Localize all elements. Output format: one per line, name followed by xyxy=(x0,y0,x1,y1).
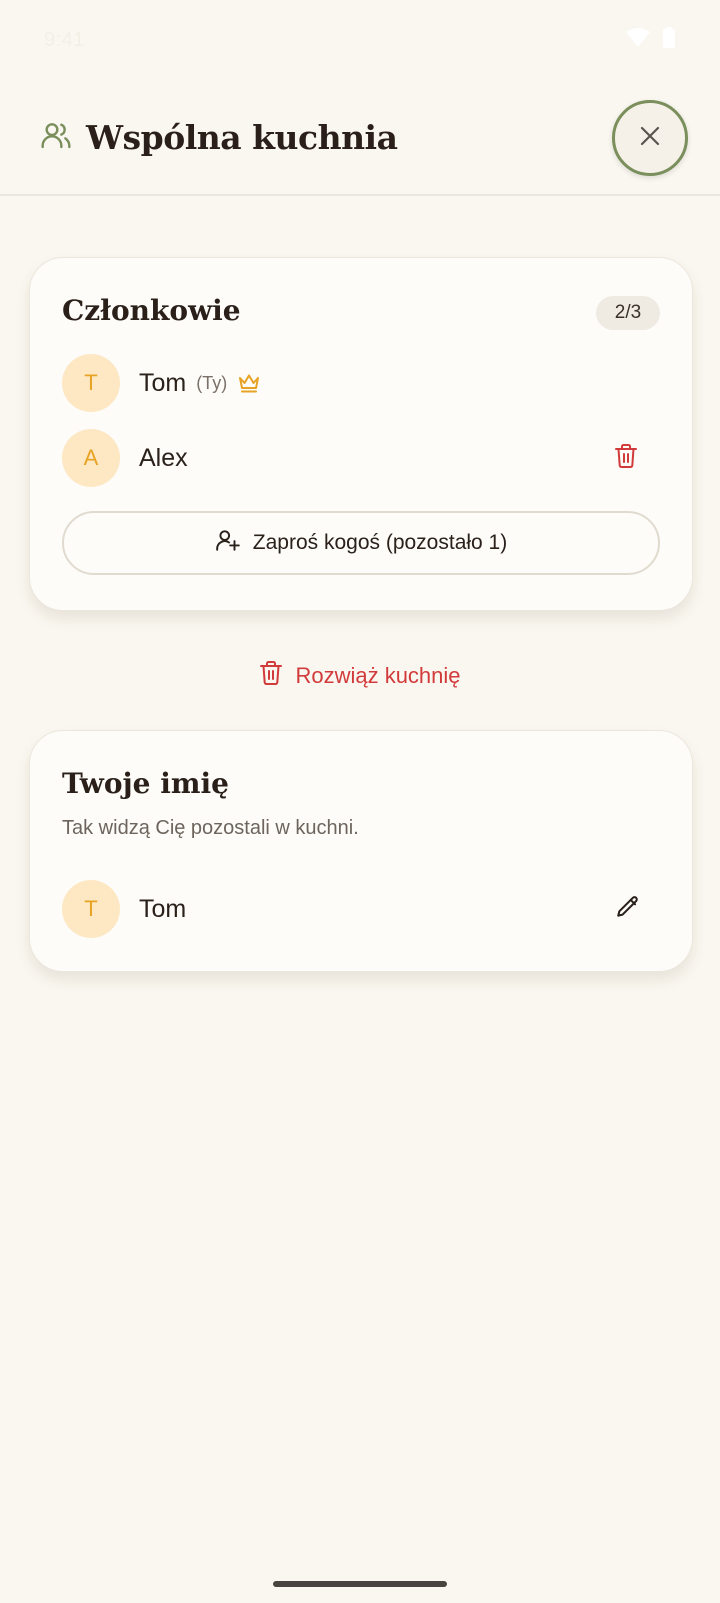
trash-icon xyxy=(259,660,283,692)
members-title: Członkowie xyxy=(62,294,241,327)
dissolve-label: Rozwiąż kuchnię xyxy=(295,663,461,688)
your-name-card: Twoje imię Tak widzą Cię pozostali w kuc… xyxy=(29,730,693,972)
your-name-value: Tom xyxy=(139,894,187,923)
crown-icon xyxy=(237,372,261,394)
battery-icon xyxy=(662,26,676,54)
avatar: T xyxy=(62,880,120,938)
members-card: Członkowie 2/3 T Tom (Ty) A Alex Zaproś … xyxy=(29,257,693,611)
member-count-badge: 2/3 xyxy=(596,296,660,330)
dissolve-kitchen-button[interactable]: Rozwiąż kuchnię xyxy=(0,654,720,698)
wifi-icon xyxy=(626,27,650,53)
your-name-title: Twoje imię xyxy=(62,767,229,800)
status-icons xyxy=(626,26,676,54)
home-indicator[interactable] xyxy=(273,1581,447,1587)
avatar: T xyxy=(62,354,120,412)
member-name: Alex xyxy=(139,443,188,472)
invite-label: Zaproś kogoś (pozostało 1) xyxy=(252,531,508,554)
remove-member-button[interactable] xyxy=(608,440,644,476)
close-icon xyxy=(639,125,661,152)
avatar: A xyxy=(62,429,120,487)
page-title: Wspólna kuchnia xyxy=(86,117,398,157)
user-plus-icon xyxy=(215,527,241,559)
edit-name-button[interactable] xyxy=(608,889,648,929)
invite-button[interactable]: Zaproś kogoś (pozostało 1) xyxy=(62,511,660,575)
status-bar: 9:41 xyxy=(0,0,720,80)
member-name: Tom xyxy=(139,368,187,397)
you-tag: (Ty) xyxy=(196,372,228,393)
shared-kitchen-screen: 9:41 Wspólna kuchnia Członkowie 2/3 T To… xyxy=(0,0,720,1603)
member-row-tom: T Tom (Ty) xyxy=(62,354,660,412)
trash-icon xyxy=(614,443,638,474)
your-name-subtitle: Tak widzą Cię pozostali w kuchni. xyxy=(62,817,359,839)
users-icon xyxy=(40,119,72,156)
pencil-icon xyxy=(615,894,641,925)
member-row-alex: A Alex xyxy=(62,429,660,487)
close-button[interactable] xyxy=(612,100,688,176)
your-name-row: T Tom xyxy=(62,880,660,938)
header: Wspólna kuchnia xyxy=(0,80,720,196)
status-time: 9:41 xyxy=(44,28,85,51)
